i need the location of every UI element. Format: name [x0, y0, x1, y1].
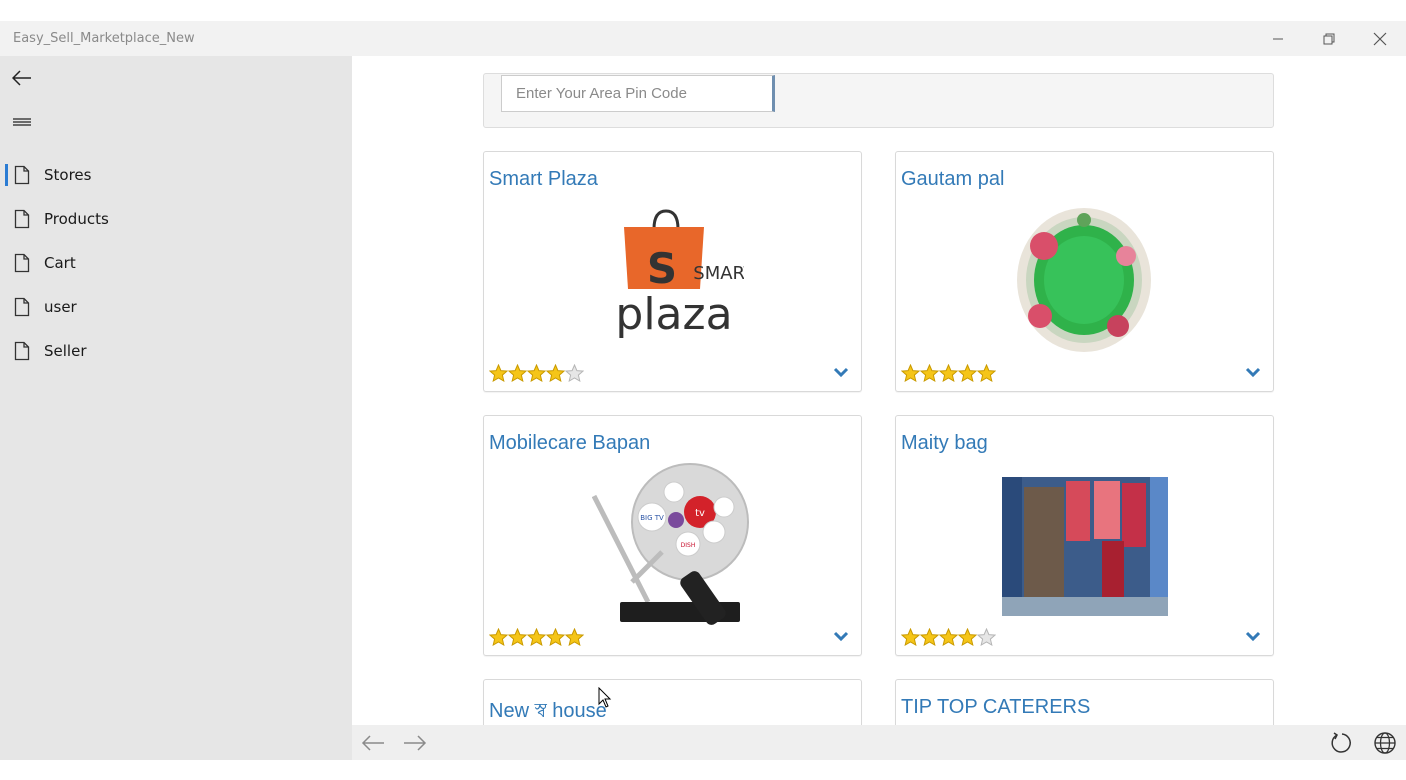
dish-label: tv	[695, 508, 705, 519]
star-filled-icon	[489, 364, 508, 382]
rating-stars	[901, 364, 996, 382]
store-list-panel: Smart Plaza S SMART plaza Gautam pal	[352, 56, 1406, 725]
chevron-down-icon[interactable]	[1245, 630, 1261, 642]
logo-top-text: SMART	[693, 263, 744, 284]
star-filled-icon	[977, 364, 996, 382]
refresh-button[interactable]	[1328, 730, 1356, 756]
restore-icon	[1323, 33, 1335, 45]
hamburger-icon	[13, 118, 31, 126]
chevron-down-icon[interactable]	[833, 366, 849, 378]
store-name[interactable]: Gautam pal	[901, 168, 1004, 191]
sidebar-item-label: Stores	[44, 166, 92, 184]
star-filled-icon	[546, 364, 565, 382]
dish-label: DISH	[681, 542, 696, 549]
store-name[interactable]: Smart Plaza	[489, 168, 598, 191]
star-filled-icon	[565, 628, 584, 646]
sidebar-item-stores[interactable]: Stores	[0, 155, 352, 195]
dish-label: BIG TV	[640, 514, 664, 522]
star-filled-icon	[958, 364, 977, 382]
back-arrow-icon	[12, 70, 31, 86]
minimize-button[interactable]	[1258, 25, 1298, 53]
page-back-button[interactable]	[359, 730, 387, 756]
sidebar-item-label: Cart	[44, 254, 76, 272]
star-filled-icon	[939, 628, 958, 646]
decorative-plate-image	[1017, 208, 1151, 352]
back-button[interactable]	[8, 64, 36, 92]
selection-indicator	[5, 164, 8, 186]
page-icon	[14, 341, 30, 361]
page-forward-button[interactable]	[401, 730, 429, 756]
star-filled-icon	[508, 364, 527, 382]
page-icon	[14, 165, 30, 185]
star-filled-icon	[527, 364, 546, 382]
close-icon	[1373, 32, 1387, 46]
back-arrow-icon	[361, 735, 384, 751]
mouse-cursor-icon	[598, 687, 612, 708]
star-filled-icon	[489, 628, 508, 646]
minimize-icon	[1273, 38, 1283, 40]
store-card[interactable]: Gautam pal	[895, 151, 1274, 392]
rating-stars	[489, 364, 584, 382]
star-filled-icon	[920, 628, 939, 646]
logo-bottom-text: plaza	[615, 289, 732, 340]
store-card[interactable]: New স্ব house	[483, 679, 862, 725]
star-filled-icon	[901, 628, 920, 646]
sidebar-item-user[interactable]: user	[0, 287, 352, 327]
page-icon	[14, 253, 30, 273]
star-filled-icon	[939, 364, 958, 382]
rating-stars	[901, 628, 996, 646]
store-card[interactable]: TIP TOP CATERERS	[895, 679, 1274, 725]
bag-shop-photo	[1002, 477, 1168, 616]
star-filled-icon	[901, 364, 920, 382]
star-filled-icon	[546, 628, 565, 646]
title-bar: Easy_Sell_Marketplace_New	[0, 21, 1406, 56]
page-icon	[14, 209, 30, 229]
satellite-dish-image: BIG TV tv DISH	[592, 463, 749, 625]
smart-plaza-logo: S SMART plaza	[615, 209, 744, 340]
sidebar-item-label: Seller	[44, 342, 87, 360]
pin-code-panel	[483, 73, 1274, 128]
sidebar-item-seller[interactable]: Seller	[0, 331, 352, 371]
store-card[interactable]: Maity bag	[895, 415, 1274, 656]
store-card[interactable]: Smart Plaza S SMART plaza	[483, 151, 862, 392]
close-button[interactable]	[1360, 25, 1400, 53]
star-filled-icon	[508, 628, 527, 646]
rating-stars	[489, 628, 584, 646]
restore-button[interactable]	[1309, 25, 1349, 53]
store-card[interactable]: Mobilecare Bapan BIG TV tv DISH	[483, 415, 862, 656]
globe-button[interactable]	[1371, 730, 1399, 756]
chevron-down-icon[interactable]	[1245, 366, 1261, 378]
star-filled-icon	[527, 628, 546, 646]
store-name[interactable]: TIP TOP CATERERS	[901, 696, 1090, 719]
hamburger-button[interactable]	[8, 108, 36, 136]
svg-text:S: S	[647, 244, 677, 293]
sidebar-item-cart[interactable]: Cart	[0, 243, 352, 283]
browser-bottom-bar	[352, 725, 1406, 760]
store-name[interactable]: Maity bag	[901, 432, 988, 455]
pin-code-input[interactable]	[501, 75, 775, 112]
store-name[interactable]: Mobilecare Bapan	[489, 432, 650, 455]
page-icon	[14, 297, 30, 317]
star-empty-icon	[565, 364, 584, 382]
globe-icon	[1374, 732, 1396, 754]
refresh-icon	[1331, 732, 1351, 753]
window-title: Easy_Sell_Marketplace_New	[13, 31, 195, 46]
star-empty-icon	[977, 628, 996, 646]
sidebar-item-label: user	[44, 298, 77, 316]
store-name[interactable]: New স্ব house	[489, 696, 607, 725]
sidebar: Stores Products Cart user Seller	[0, 56, 352, 760]
sidebar-item-label: Products	[44, 210, 109, 228]
chevron-down-icon[interactable]	[833, 630, 849, 642]
sidebar-item-products[interactable]: Products	[0, 199, 352, 239]
forward-arrow-icon	[404, 735, 427, 751]
star-filled-icon	[958, 628, 977, 646]
star-filled-icon	[920, 364, 939, 382]
app-window: Easy_Sell_Marketplace_New Stores Product…	[0, 21, 1406, 760]
